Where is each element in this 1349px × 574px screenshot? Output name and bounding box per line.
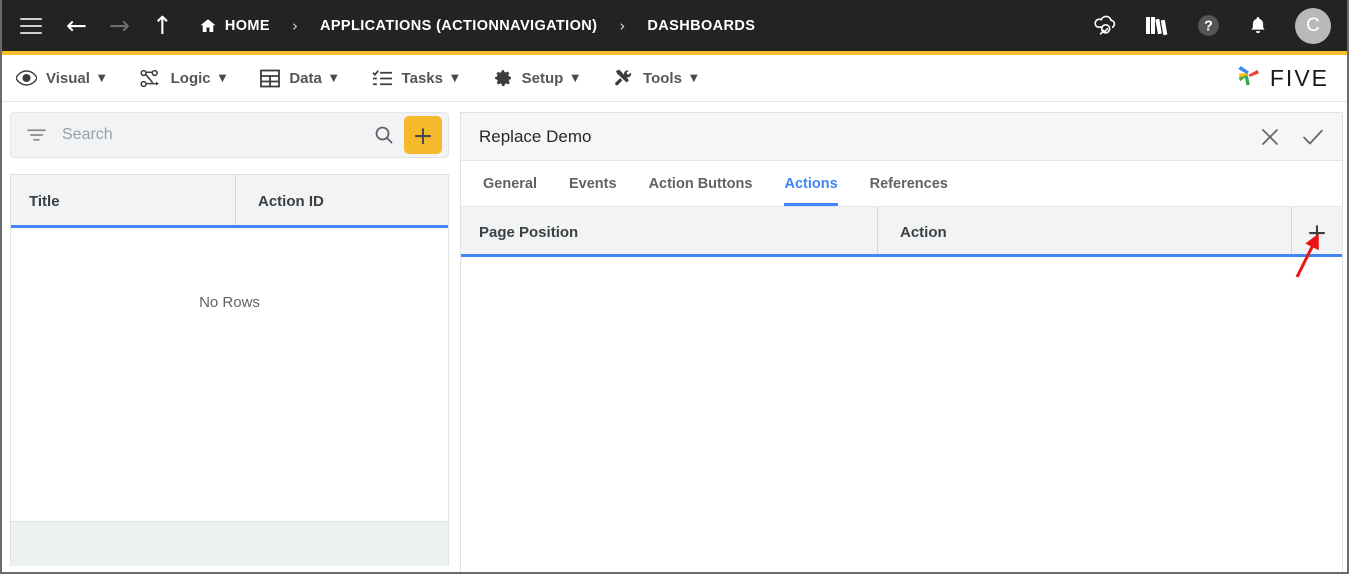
up-arrow-icon[interactable]: ↑ <box>152 13 173 38</box>
menu-label-setup: Setup <box>521 69 564 87</box>
brand-name: FIVE <box>1269 64 1329 91</box>
eye-icon <box>16 70 37 86</box>
breadcrumb-separator: › <box>619 16 626 35</box>
menu-label-tools: Tools <box>643 69 682 87</box>
menu-item-setup[interactable]: Setup ▼ <box>493 68 579 88</box>
records-grid-empty-message: No Rows <box>11 228 448 528</box>
chevron-down-icon: ▼ <box>450 72 459 84</box>
logic-nodes-icon <box>140 69 162 88</box>
main-menu-bar: Visual ▼ Logic ▼ Data ▼ Tasks ▼ Setup ▼ … <box>2 55 1347 102</box>
breadcrumb-label-dashboards: DASHBOARDS <box>647 17 756 34</box>
breadcrumb-item-dashboards[interactable]: DASHBOARDS <box>647 18 755 34</box>
search-bar: + <box>10 112 449 158</box>
breadcrumb-separator: › <box>291 16 298 35</box>
gear-icon <box>493 68 513 88</box>
cloud-search-icon[interactable] <box>1092 13 1118 39</box>
breadcrumb-label-applications: APPLICATIONS (ACTIONNAVIGATION) <box>319 17 598 34</box>
column-header-title[interactable]: Title <box>11 175 235 228</box>
top-bar-actions: ? C <box>1092 7 1331 44</box>
search-icon[interactable] <box>374 125 394 145</box>
checklist-icon <box>371 69 393 88</box>
tab-references[interactable]: References <box>870 161 948 206</box>
application-window: ← → ↑ HOME › APPLICATIONS (ACTIONNAVIGAT… <box>0 0 1349 574</box>
chevron-down-icon: ▼ <box>689 72 698 84</box>
menu-item-logic[interactable]: Logic ▼ <box>140 69 227 88</box>
menu-label-data: Data <box>289 69 322 87</box>
column-header-action-id[interactable]: Action ID <box>235 175 448 228</box>
confirm-check-icon[interactable] <box>1302 127 1324 147</box>
menu-item-tasks[interactable]: Tasks ▼ <box>371 69 459 88</box>
tools-icon <box>613 68 634 88</box>
close-icon[interactable] <box>1260 127 1280 147</box>
menu-label-visual: Visual <box>46 69 90 87</box>
menu-item-visual[interactable]: Visual ▼ <box>16 70 106 87</box>
hamburger-menu-icon[interactable] <box>20 17 42 34</box>
chevron-down-icon: ▼ <box>97 72 106 84</box>
forward-arrow-icon[interactable]: → <box>109 13 130 38</box>
tab-action-buttons[interactable]: Action Buttons <box>649 161 753 206</box>
page-title: Replace Demo <box>479 126 592 146</box>
table-grid-icon <box>260 69 281 88</box>
chevron-down-icon: ▼ <box>329 72 338 84</box>
detail-panel: Replace Demo General Events Action Butto… <box>460 112 1343 572</box>
breadcrumb-item-applications[interactable]: APPLICATIONS (ACTIONNAVIGATION) <box>320 18 597 34</box>
records-grid-header: Title Action ID <box>11 175 448 228</box>
tab-general[interactable]: General <box>483 161 537 206</box>
records-grid-footer <box>11 521 448 566</box>
menu-item-data[interactable]: Data ▼ <box>260 69 338 88</box>
help-icon[interactable]: ? <box>1196 13 1221 38</box>
chevron-down-icon: ▼ <box>571 72 580 84</box>
user-avatar[interactable]: C <box>1295 7 1331 44</box>
detail-tabs: General Events Action Buttons Actions Re… <box>461 161 1342 207</box>
menu-label-tasks: Tasks <box>401 69 443 87</box>
column-header-page-position[interactable]: Page Position <box>461 207 877 257</box>
breadcrumb-item-home[interactable]: HOME <box>199 17 270 35</box>
top-navigation-bar: ← → ↑ HOME › APPLICATIONS (ACTIONNAVIGAT… <box>2 0 1347 51</box>
menu-label-logic: Logic <box>170 69 211 87</box>
records-grid: Title Action ID No Rows <box>10 174 449 566</box>
search-input[interactable] <box>60 125 374 145</box>
breadcrumb-label-home: HOME <box>224 17 270 34</box>
back-arrow-icon[interactable]: ← <box>66 13 87 38</box>
left-list-panel: + Title Action ID No Rows <box>10 112 449 566</box>
tab-actions[interactable]: Actions <box>784 161 838 206</box>
menu-item-tools[interactable]: Tools ▼ <box>613 68 698 88</box>
actions-grid-body <box>461 257 1342 568</box>
detail-panel-header: Replace Demo <box>461 113 1342 161</box>
detail-panel-header-actions <box>1260 127 1324 147</box>
five-brand-logo: FIVE <box>1234 62 1329 95</box>
home-icon <box>199 17 217 35</box>
svg-text:?: ? <box>1204 19 1213 35</box>
notifications-bell-icon[interactable] <box>1247 14 1269 38</box>
column-header-action[interactable]: Action <box>877 207 1291 257</box>
add-action-row-button[interactable]: + <box>1291 207 1342 257</box>
tab-events[interactable]: Events <box>569 161 617 206</box>
five-pinwheel-logo-icon <box>1234 62 1262 95</box>
chevron-down-icon: ▼ <box>218 72 227 84</box>
actions-grid-header: Page Position Action + <box>461 207 1342 257</box>
books-icon[interactable] <box>1144 14 1170 38</box>
avatar-initial: C <box>1306 14 1320 36</box>
add-record-button[interactable]: + <box>404 116 442 154</box>
filter-icon[interactable] <box>27 128 46 142</box>
